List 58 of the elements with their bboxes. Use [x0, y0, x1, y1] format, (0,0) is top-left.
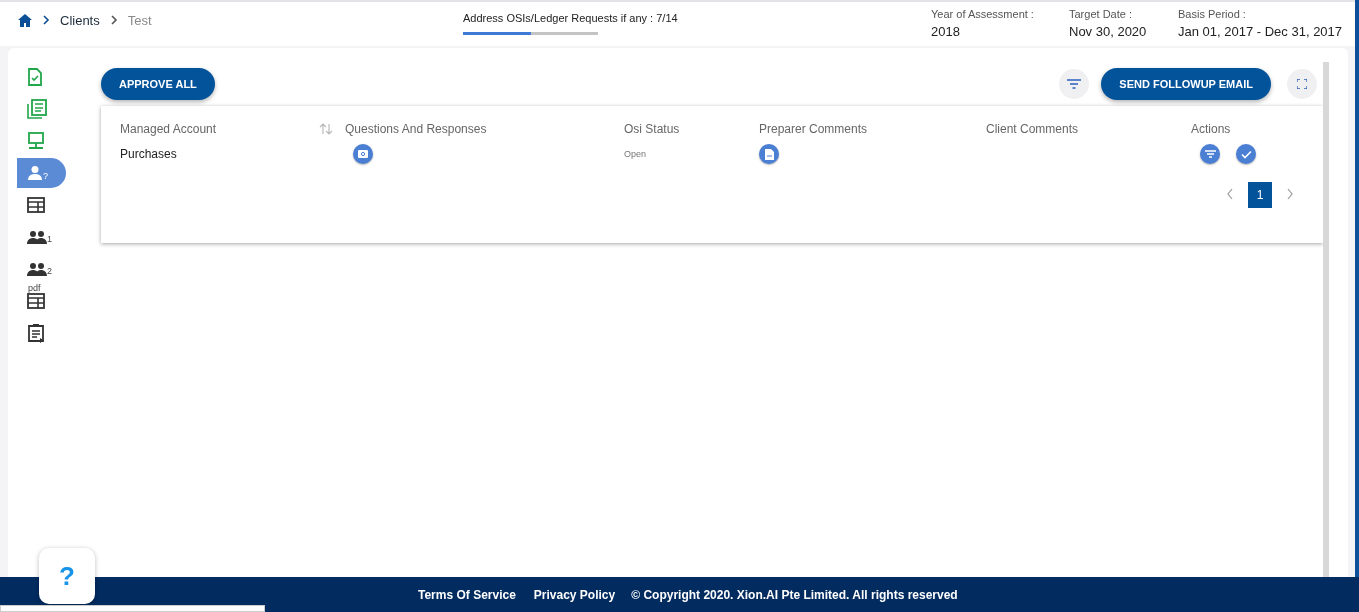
filter-button[interactable] [1200, 144, 1220, 164]
sort-icon[interactable] [319, 123, 333, 135]
comment-button[interactable] [759, 144, 779, 164]
info-value: 2018 [931, 24, 961, 39]
message-icon [358, 150, 368, 158]
footer-link[interactable]: Terms Of Service [418, 587, 516, 602]
info-value: Nov 30, 2020 [1069, 24, 1148, 39]
clipboard-icon [27, 323, 45, 343]
table-icon [27, 197, 45, 213]
badge-label: ? [43, 172, 48, 181]
scrollbar[interactable] [1323, 62, 1329, 577]
column-header: Actions [1191, 122, 1232, 136]
column-header: Preparer Comments [759, 122, 869, 136]
filter-icon [1067, 79, 1082, 89]
breadcrumb-item: Test [127, 12, 152, 28]
document-check-icon [27, 68, 43, 86]
progress-label: Address OSIs/Ledger Requests if any : 7/14 [463, 12, 679, 24]
sidebar-item[interactable]: 1 [17, 222, 66, 252]
next-page-icon[interactable] [1286, 188, 1294, 202]
previous-page-icon[interactable] [1226, 188, 1234, 202]
approve-button[interactable] [1236, 144, 1256, 164]
document-list-icon [27, 99, 47, 119]
document-icon [764, 148, 774, 160]
fullscreen-button[interactable] [1287, 69, 1317, 99]
table-icon [27, 293, 45, 309]
sidebar-item[interactable]: 2 [17, 254, 66, 284]
approve-all-button[interactable]: APPROVE ALL [101, 68, 215, 100]
people-icon [27, 262, 47, 276]
footer-link[interactable]: Privacy Policy [533, 587, 616, 602]
filter-icon [1204, 150, 1216, 158]
column-header: Questions And Responses [345, 122, 488, 136]
copyright-text: © Copyright 2020. Xion.AI Pte Limited. All rights reserved [631, 587, 958, 602]
info-label: Target Date : [1069, 8, 1133, 20]
chevron-icon [109, 15, 118, 25]
column-header: Managed Account [120, 122, 218, 136]
badge-label: 1 [47, 235, 52, 244]
info-label: Basis Period : [1178, 8, 1247, 20]
table-cell-text: Open [624, 149, 648, 159]
check-icon [1240, 149, 1252, 159]
people-icon [27, 230, 47, 244]
info-value: Jan 01, 2017 - Dec 31, 2017 [1178, 24, 1343, 39]
home-icon[interactable] [18, 13, 32, 27]
questions-button[interactable] [353, 144, 373, 164]
badge-label: pdf [28, 284, 41, 293]
info-label: Year of Assessment : [931, 8, 1035, 20]
person-icon [27, 165, 43, 181]
column-header: Client Comments [986, 122, 1080, 136]
monitor-icon [27, 132, 45, 150]
breadcrumb-item[interactable]: Clients [60, 12, 100, 28]
badge-label: 2 [47, 267, 52, 276]
filter-button[interactable] [1059, 69, 1090, 99]
column-header: Osi Status [624, 122, 681, 136]
sidebar-item[interactable]: pdf [17, 286, 66, 316]
send-followup-email-button[interactable]: SEND FOLLOWUP EMAIL [1101, 68, 1271, 100]
chevron-icon [42, 15, 50, 25]
fullscreen-icon [1297, 79, 1307, 89]
table-cell-text: Purchases [120, 147, 178, 161]
page-button[interactable]: 1 [1248, 182, 1272, 208]
